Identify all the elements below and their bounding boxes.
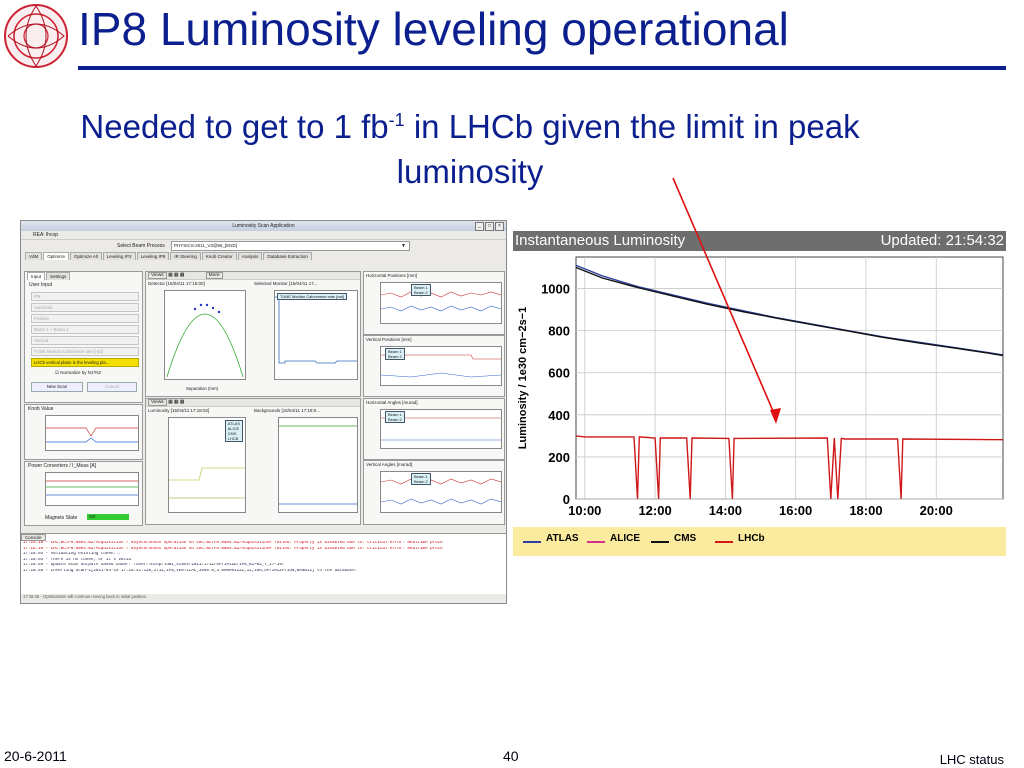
footer-label: LHC status: [939, 752, 1004, 767]
footer-page-number: 40: [503, 748, 519, 764]
red-arrow: [672, 177, 781, 424]
footer-date: 20-6-2011: [4, 748, 67, 764]
